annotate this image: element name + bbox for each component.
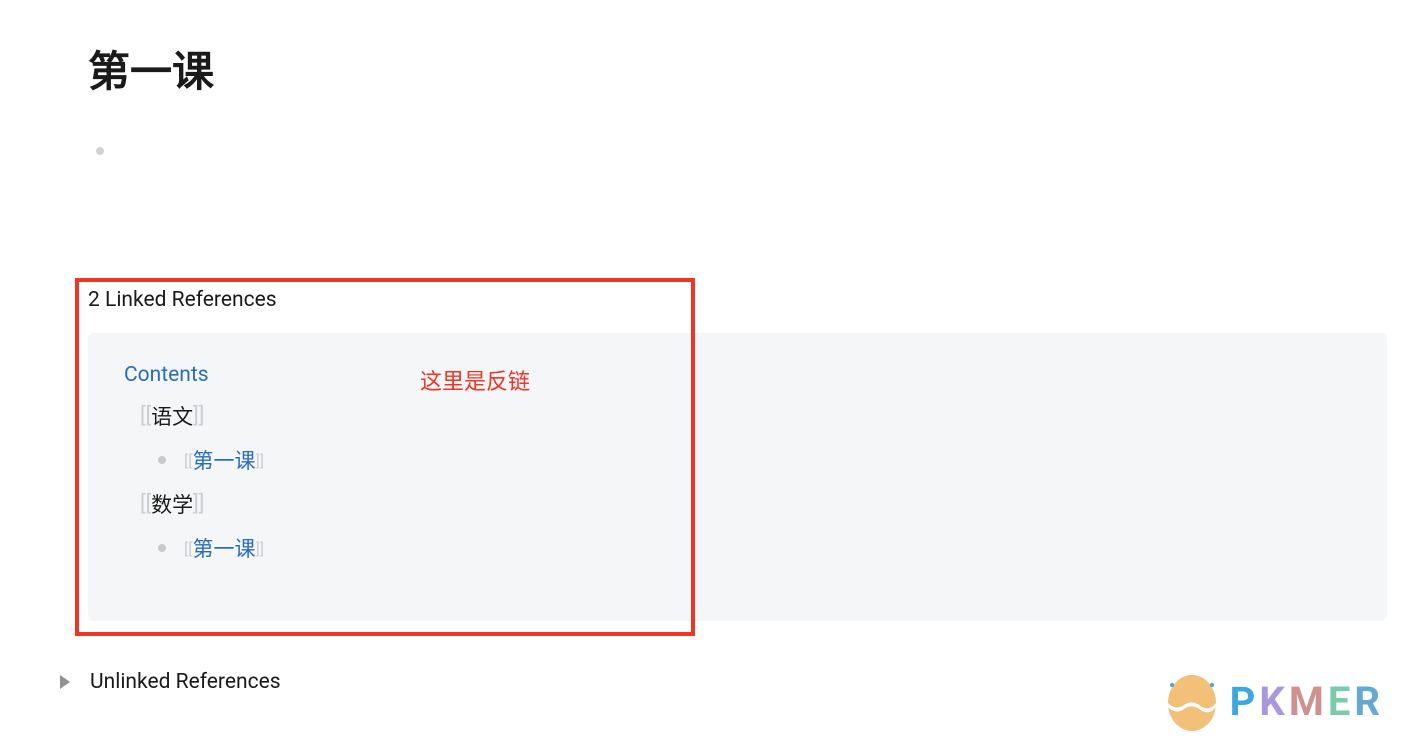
reference-link[interactable]: 第一课 [192,445,255,475]
reference-item-2: [[ 第一课 ]] [158,533,1351,563]
watermark: PKMER [1166,671,1384,731]
bracket-close-icon: ]] [255,539,263,558]
bracket-close-icon: ]] [255,451,263,470]
bullet-icon[interactable] [158,544,166,552]
empty-bullet[interactable] [96,147,104,155]
linked-references-panel: Contents [[ 语文 ]] [[ 第一课 ]] [[ 数学 ]] [[ … [88,333,1387,621]
annotation-text: 这里是反链 [420,364,530,396]
linked-references-heading[interactable]: 2 Linked References [88,288,277,312]
reference-link[interactable]: 第一课 [192,533,255,563]
contents-link[interactable]: Contents [124,363,1351,387]
bracket-open-icon: [[ [184,539,192,558]
reference-subject-2[interactable]: [[ 数学 ]] [140,489,1351,519]
reference-subject-1[interactable]: [[ 语文 ]] [140,401,1351,431]
pkmer-logo-icon [1166,671,1218,731]
watermark-text: PKMER [1230,678,1384,725]
reference-list: [[ 语文 ]] [[ 第一课 ]] [[ 数学 ]] [[ 第一课 ]] [140,401,1351,563]
unlinked-references-label: Unlinked References [90,670,281,694]
page-title: 第一课 [88,38,1402,99]
bracket-open-icon: [[ [184,451,192,470]
bracket-open-icon: [[ [140,492,151,516]
bracket-close-icon: ]] [193,404,204,428]
bracket-open-icon: [[ [140,404,151,428]
reference-subject-label: 数学 [151,489,193,519]
reference-item-1: [[ 第一课 ]] [158,445,1351,475]
bracket-close-icon: ]] [193,492,204,516]
bullet-icon[interactable] [158,456,166,464]
reference-subject-label: 语文 [151,401,193,431]
chevron-right-icon [60,675,70,689]
unlinked-references-toggle[interactable]: Unlinked References [60,670,281,694]
